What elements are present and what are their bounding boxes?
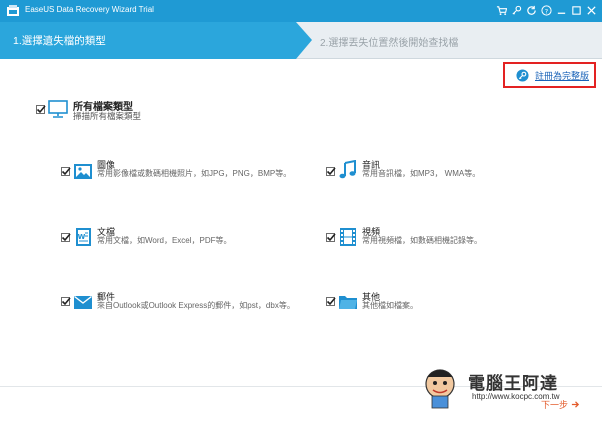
key-small-icon <box>512 5 522 15</box>
cart-icon <box>496 6 507 16</box>
all-types-desc: 掃描所有檔案類型 <box>73 111 142 121</box>
cart-button[interactable] <box>495 3 508 18</box>
help-icon: ? <box>541 5 552 16</box>
help-button[interactable]: ? <box>540 3 553 18</box>
film-icon <box>340 228 356 246</box>
documents-checkbox[interactable] <box>61 233 71 242</box>
document-icon: W <box>76 228 91 246</box>
window-title: EaseUS Data Recovery Wizard Trial <box>25 5 154 14</box>
checkmark-icon <box>61 297 71 306</box>
checkmark-icon <box>326 233 336 242</box>
refresh-icon <box>527 5 536 15</box>
window-titlebar: EaseUS Data Recovery Wizard Trial ? <box>0 0 602 22</box>
wizard-steps: 1.選擇遺失檔的類型 2.選擇丟失位置然後開始查找檔 <box>0 22 602 59</box>
register-full-version-link[interactable]: 註冊為完整版 <box>535 69 589 82</box>
checkmark-icon <box>36 105 46 114</box>
checkmark-icon <box>61 233 71 242</box>
audio-checkbox[interactable] <box>326 167 336 176</box>
svg-text:?: ? <box>545 7 548 15</box>
key-button[interactable] <box>510 3 523 18</box>
email-desc: 來自Outlook或Outlook Express的郵件，如pst，dbx等。 <box>97 301 295 310</box>
maximize-button[interactable] <box>570 3 583 18</box>
watermark-text: 電腦王阿達 <box>468 374 558 394</box>
svg-text:W: W <box>78 233 86 241</box>
checkmark-icon <box>61 167 71 176</box>
audio-desc: 常用音訊檔，如MP3， WMA等。 <box>362 169 481 178</box>
close-button[interactable] <box>585 3 598 18</box>
app-logo-icon <box>7 5 19 16</box>
checkmark-icon <box>326 167 336 176</box>
key-icon <box>516 68 529 82</box>
maximize-icon <box>572 6 581 15</box>
image-icon <box>74 164 92 179</box>
other-checkbox[interactable] <box>326 297 336 306</box>
music-note-icon <box>339 160 356 179</box>
monitor-icon <box>48 100 68 118</box>
folder-icon <box>339 296 357 309</box>
all-types-checkbox[interactable] <box>36 105 46 114</box>
documents-desc: 常用文檔，如Word，Excel，PDF等。 <box>97 236 232 245</box>
images-checkbox[interactable] <box>61 167 71 176</box>
next-label: 下一步 <box>541 400 569 410</box>
video-checkbox[interactable] <box>326 233 336 242</box>
video-desc: 常用視頻檔，如數碼相機記錄等。 <box>362 236 482 245</box>
step-2-label: 2.選擇丟失位置然後開始查找檔 <box>320 38 459 49</box>
minimize-button[interactable] <box>555 3 568 18</box>
arrow-right-icon <box>571 401 580 408</box>
close-icon <box>587 6 596 15</box>
refresh-button[interactable] <box>525 3 538 18</box>
minimize-icon <box>557 12 566 14</box>
images-desc: 常用影像檔或數碼相機照片，如JPG，PNG，BMP等。 <box>97 169 292 178</box>
email-checkbox[interactable] <box>61 297 71 306</box>
step-1-tab: 1.選擇遺失檔的類型 <box>0 22 312 59</box>
step-1-label: 1.選擇遺失檔的類型 <box>13 35 106 47</box>
envelope-icon <box>74 295 92 309</box>
next-button[interactable]: 下一步 <box>541 398 580 411</box>
register-box[interactable]: 註冊為完整版 <box>503 62 596 88</box>
other-desc: 其他檔如檔案。 <box>362 301 418 310</box>
title-toolbar: ? <box>495 3 598 18</box>
checkmark-icon <box>326 297 336 306</box>
